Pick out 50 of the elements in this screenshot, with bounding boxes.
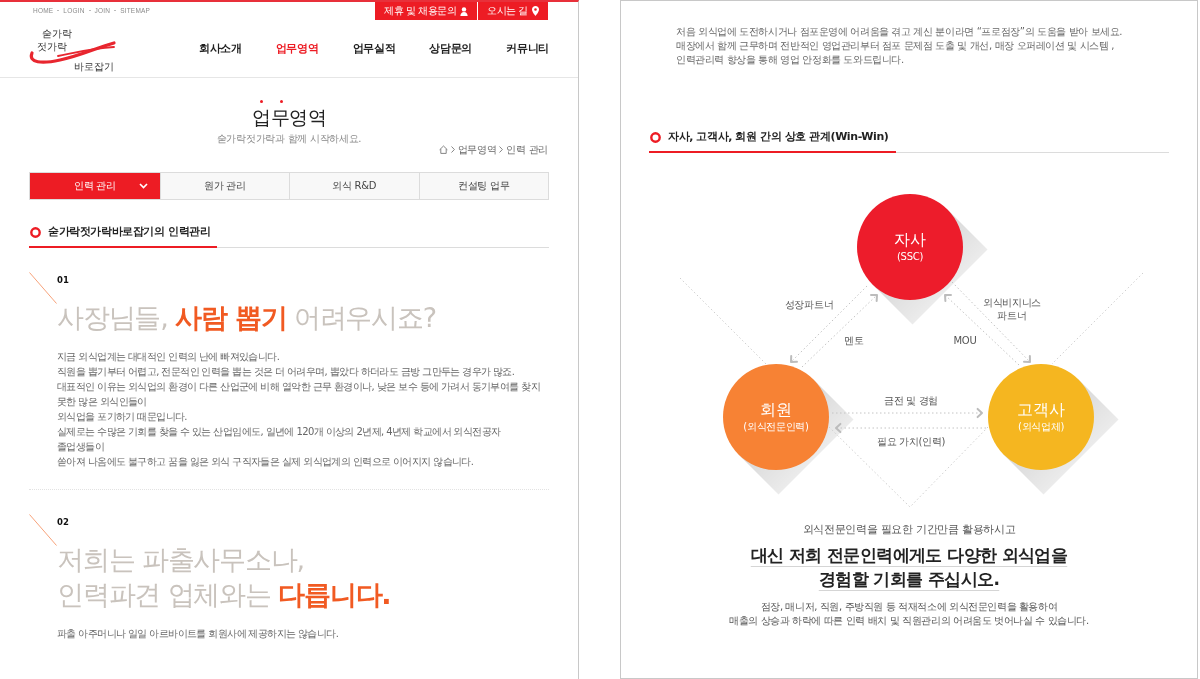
relation-label: 금전 및 경험 xyxy=(883,393,939,407)
nav-link[interactable]: 업무실적 xyxy=(352,41,396,56)
person-icon xyxy=(460,6,469,16)
tab[interactable]: 외식 R&D xyxy=(289,173,419,199)
ring-icon xyxy=(30,226,41,238)
tab[interactable]: 컨설팅 업무 xyxy=(418,173,548,199)
relation-label: 필요 가치(인력) xyxy=(876,434,946,448)
map-pin-icon xyxy=(532,6,539,16)
relation-label: MOU xyxy=(953,333,977,347)
diagonal-line-icon xyxy=(29,514,57,547)
home-icon[interactable] xyxy=(438,145,448,154)
item-number: 01 xyxy=(57,274,70,286)
chevron-down-icon xyxy=(138,183,148,189)
node-title: 회원 xyxy=(760,400,792,420)
item-headline: 사장님들, 사람 뽑기 어려우시죠? xyxy=(57,301,437,335)
diagonal-line-icon xyxy=(29,272,57,304)
nav-link[interactable]: 상담문의 xyxy=(429,41,473,56)
nav-link[interactable]: 커뮤니티 xyxy=(506,41,549,56)
nav-link[interactable]: 업무영역 xyxy=(275,41,319,56)
breadcrumb-link[interactable]: 인력 관리 xyxy=(506,143,548,156)
chevron-right-icon xyxy=(450,146,455,153)
relation-label: 멘토 xyxy=(844,333,864,347)
nav-link[interactable]: 회사소개 xyxy=(198,41,242,56)
item-headline: 저희는 파출사무소나, 인력파견 업체와는 다릅니다. xyxy=(57,543,392,613)
node-subtitle: (외식업체) xyxy=(1018,420,1064,434)
logo[interactable]: 숟가락 젓가락 바로잡기 xyxy=(28,25,118,72)
header-button[interactable]: 오시는 길 xyxy=(478,2,548,20)
closing-headline: 대신 저희 전문인력에게도 다양한 외식업을 경험할 기회를 주십시오. xyxy=(749,544,1069,591)
tab[interactable]: 인력 관리 xyxy=(30,173,160,199)
node-title: 자사 xyxy=(894,230,926,250)
page-title: 업무영역 xyxy=(252,105,326,129)
relation-label: 성장파트너 xyxy=(784,297,834,311)
header-button[interactable]: 제휴 및 채용문의 xyxy=(375,2,478,20)
item-number: 02 xyxy=(57,516,70,529)
node-subtitle: (외식전문인력) xyxy=(743,420,809,434)
node-title: 고객사 xyxy=(1017,400,1065,420)
section-title: 자사, 고객사, 회원 간의 상호 관계(Win-Win) xyxy=(668,129,889,145)
lead-text: 외식전문인력을 필요한 기간만큼 활용하시고 xyxy=(801,522,1017,538)
relation-label: 외식비지니스 파트너 xyxy=(982,296,1042,322)
intro-paragraph: 처음 외식업에 도전하시거나 점포운영에 어려움을 겪고 계신 분이라면 “프로점장”의 도움을 받아 보세요. 매장에서 함께 근무하며 전반적인 영업관리부터 점포 문제점 도출 및 개선, 매장 오퍼레이션 및 시스템 , 인력관리력 향상을 통해 영업 안정화를 도와드립니다. xyxy=(676,25,1124,67)
page-subtitle: 숟가락젓가락과 함께 시작하세요. xyxy=(216,132,362,146)
chevron-right-icon xyxy=(499,146,504,153)
node-subtitle: (SSC) xyxy=(897,250,923,264)
section-title: 숟가락젓가락바로잡기의 인력관리 xyxy=(48,224,211,240)
tab[interactable]: 원가 관리 xyxy=(159,173,289,199)
item-description: 지금 외식업계는 대대적인 인력의 난에 빠져있습니다. 직원을 뽑기부터 어렵고, 전문적인 인력을 뽑는 것은 더 어려우며, 뽑았다 하더라도 금방 그만두는 경우가 많죠. 대표적인 이유는 외식업의 환경이 다른 산업군에 비해 열악한 근무 환경이나, 낮은 보수 등에 가려서 동기부여를 찾지 못한 많은 외식인들이 외식업을 포기하기 때문입니다. 실제로는 수많은 기회를 찾을 수 있는 산업임에도, 일년에 120개 이상의 2년제, 4년제 학교에서 외식전공자 졸업생들이 쏟아져 나옴에도 불구하고 꿈을 잃은 외식 구직자들은 실제 외식업계의 인력으로 이어지지 않습니다. xyxy=(57,350,542,470)
breadcrumb-link[interactable]: 업무영역 xyxy=(457,143,497,156)
closing-note: 점장, 매니저, 직원, 주방직원 등 적재적소에 외식전문인력을 활용하여 매출의 상승과 하락에 따른 인력 배치 및 직원관리의 어려움도 벗어나실 수 있습니다. xyxy=(728,600,1090,628)
item-description: 파출 아주머니나 일일 아르바이트를 회원사에 제공하지는 않습니다. xyxy=(57,627,340,642)
ring-icon xyxy=(650,131,661,143)
